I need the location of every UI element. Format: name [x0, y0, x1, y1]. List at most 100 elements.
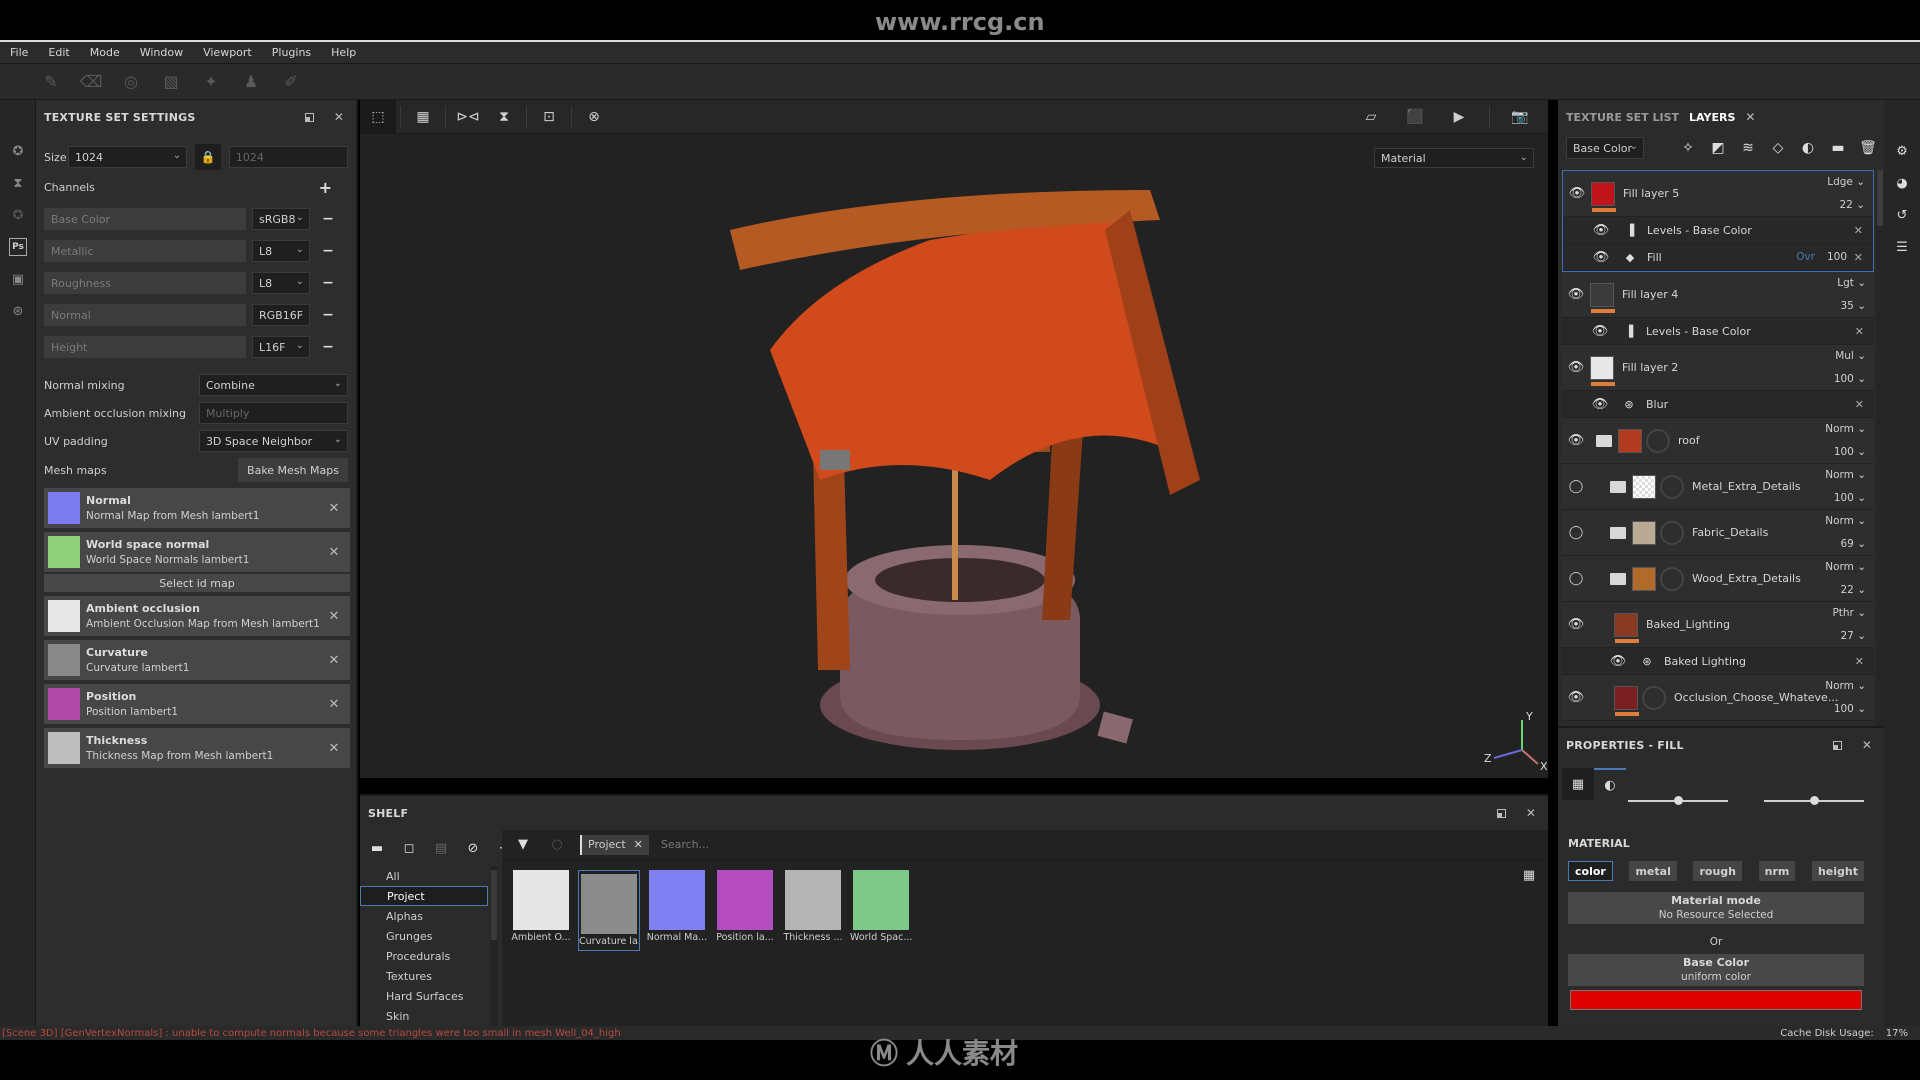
normal-mixing-select[interactable]: Combine ⌄ [198, 374, 348, 396]
remove-mesh-map-button[interactable]: ✕ [324, 545, 344, 560]
layer-blend-mode[interactable]: Norm ⌄ [1825, 561, 1866, 573]
shelf-category-skin[interactable]: Skin [360, 1006, 488, 1026]
base-color-button[interactable]: Base Color uniform color [1568, 954, 1864, 986]
shelf-category-project[interactable]: Project [360, 886, 488, 906]
channel-format-select[interactable]: L8 ⌄ [252, 272, 310, 294]
substance-source-icon[interactable]: ✪ [9, 206, 27, 224]
shelf-category-scrollbar[interactable] [490, 866, 498, 1026]
layer-folder[interactable]: ◯ Wood_Extra_Details Norm ⌄ 22 ⌄ [1562, 556, 1874, 602]
slider-knob[interactable] [1674, 796, 1683, 805]
eye-closed-icon[interactable]: ◯ [1562, 571, 1590, 586]
eye-icon[interactable]: 👁 [1562, 360, 1590, 375]
layer-opacity[interactable]: 35 ⌄ [1840, 300, 1866, 312]
layer-row[interactable]: 👁 Baked_Lighting Pthr ⌄ 27 ⌄ [1562, 602, 1874, 648]
camera-icon[interactable]: ▶ [1441, 100, 1477, 134]
layer-effect[interactable]: 👁 ⊛ Baked Lighting ✕ [1562, 648, 1874, 675]
mesh-map-item[interactable]: Thickness Thickness Map from Mesh lambert… [44, 728, 350, 768]
save-icon[interactable]: ▤ [430, 837, 452, 859]
3d-viewport[interactable]: ⬚ ▦ ⊳⊲ ⧗ ⊡ ⊗ ▱ ⬛ ▶ 📷 Material ⌄ Y Z X [360, 99, 1548, 778]
eye-icon[interactable]: 👁 [1562, 617, 1590, 632]
shelf-asset[interactable]: Normal Ma... [646, 870, 708, 943]
layer-effect[interactable]: 👁 ▐ Levels - Base Color ✕ [1562, 318, 1874, 345]
layer-opacity[interactable]: 100 ⌄ [1834, 373, 1866, 385]
menu-window[interactable]: Window [130, 46, 193, 59]
display-settings-icon[interactable]: ⚙ [1893, 142, 1911, 160]
add-fill-layer-icon[interactable]: ◇ [1768, 138, 1788, 158]
layer-blend-mode[interactable]: Ldge ⌄ [1827, 176, 1865, 188]
layer-blend-mode[interactable]: Norm ⌄ [1825, 469, 1866, 481]
close-panel-button[interactable]: ✕ [1858, 736, 1876, 754]
mesh-map-item[interactable]: Position Position lambert1 ✕ [44, 684, 350, 724]
close-icon[interactable]: ✕ [634, 838, 643, 851]
channel-button-color[interactable]: color [1568, 861, 1613, 881]
remove-effect-icon[interactable]: ✕ [1854, 251, 1863, 264]
add-mask-icon[interactable]: ◩ [1708, 138, 1728, 158]
layer-opacity[interactable]: 100 ⌄ [1834, 446, 1866, 458]
add-layer-icon[interactable]: ≋ [1738, 138, 1758, 158]
display-cube-icon[interactable]: ⬛ [1397, 100, 1433, 134]
smudge-icon[interactable]: ✦ [200, 71, 222, 93]
layer-blend-mode[interactable]: Pthr ⌄ [1832, 607, 1866, 619]
delete-layer-icon[interactable]: 🗑 [1858, 138, 1878, 158]
eye-icon[interactable]: 👁 [1562, 287, 1590, 302]
filter-icon[interactable]: ▼ [512, 834, 534, 856]
polygon-fill-icon[interactable]: ▧ [160, 71, 182, 93]
remove-channel-button[interactable]: − [320, 307, 336, 323]
color-picker-icon[interactable]: ✐ [280, 71, 302, 93]
add-effect-icon[interactable]: ✧ [1678, 138, 1698, 158]
eye-icon[interactable]: 👁 [1562, 433, 1590, 448]
layer-folder[interactable]: ◯ Metal_Extra_Details Norm ⌄ 100 ⌄ [1562, 464, 1874, 510]
eye-icon[interactable]: 👁 [1563, 186, 1591, 201]
mesh-map-item[interactable]: Ambient occlusion Ambient Occlusion Map f… [44, 596, 350, 636]
shelf-search-input[interactable]: Search... [661, 838, 709, 851]
layer-folder[interactable]: 👁 roof Norm ⌄ 100 ⌄ [1562, 418, 1874, 464]
float-panel-button[interactable] [1828, 736, 1846, 754]
document-icon[interactable]: ▣ [9, 270, 27, 288]
base-color-swatch[interactable] [1570, 990, 1862, 1010]
layer-folder[interactable]: ◯ Fabric_Details Norm ⌄ 69 ⌄ [1562, 510, 1874, 556]
mesh-map-item[interactable]: Curvature Curvature lambert1 ✕ [44, 640, 350, 680]
channel-button-nrm[interactable]: nrm [1758, 861, 1796, 881]
eraser-icon[interactable]: ⌫ [80, 71, 103, 93]
history-icon[interactable]: ↺ [1893, 206, 1911, 224]
shelf-category-hard-surfaces[interactable]: Hard Surfaces [360, 986, 488, 1006]
layer-blend-mode[interactable]: Mul ⌄ [1835, 350, 1866, 362]
layer-blend-mode[interactable]: Lgt ⌄ [1837, 277, 1866, 289]
perspective-icon[interactable]: ▱ [1353, 100, 1389, 134]
remove-channel-button[interactable]: − [320, 275, 336, 291]
eye-closed-icon[interactable]: ◯ [1562, 525, 1590, 540]
shelf-asset[interactable]: Ambient O... [510, 870, 572, 943]
shader-settings-icon[interactable]: ◕ [1893, 174, 1911, 192]
eye-icon[interactable]: 👁 [1562, 690, 1590, 705]
layer-row[interactable]: 👁 Occlusion_Choose_Whateve... Norm ⌄ 100 ⌄ [1562, 675, 1874, 721]
layer-effect[interactable]: 👁 ⊛ Blur ✕ [1562, 391, 1874, 418]
project-filter-chip[interactable]: Project ✕ [580, 834, 649, 855]
close-icon[interactable]: ✕ [1745, 110, 1755, 124]
slider-knob[interactable] [1810, 796, 1819, 805]
material-mode-button[interactable]: Material mode No Resource Selected [1568, 892, 1864, 924]
layer-row[interactable]: 👁 Fill layer 2 Mul ⌄ 100 ⌄ [1562, 345, 1874, 391]
tab-layers[interactable]: LAYERS [1689, 111, 1735, 124]
uv-padding-select[interactable]: 3D Space Neighbor ⌄ [198, 430, 348, 452]
folder-icon[interactable]: ▬ [366, 837, 388, 859]
float-panel-button[interactable] [1492, 804, 1510, 822]
shelf-asset[interactable]: Curvature la... [578, 870, 640, 951]
eye-icon[interactable]: 👁 [1586, 397, 1614, 412]
remove-mesh-map-button[interactable]: ✕ [324, 741, 344, 756]
eye-icon[interactable]: 👁 [1604, 654, 1632, 669]
add-mask-generator-icon[interactable]: ◐ [1798, 138, 1818, 158]
layer-opacity[interactable]: 22 ⌄ [1840, 584, 1866, 596]
shelf-category-procedurals[interactable]: Procedurals [360, 946, 488, 966]
symmetry-x-icon[interactable]: ⊳⊲ [450, 100, 486, 134]
eye-icon[interactable]: 👁 [1587, 250, 1615, 265]
mesh-map-item[interactable]: Normal Normal Map from Mesh lambert1 ✕ [44, 488, 350, 528]
menu-plugins[interactable]: Plugins [262, 46, 321, 59]
layer-opacity[interactable]: 22 ⌄ [1839, 199, 1865, 211]
symmetry-y-icon[interactable]: ⧗ [486, 100, 522, 134]
shelf-asset[interactable]: Thickness ... [782, 870, 844, 943]
projection-icon[interactable]: ◎ [120, 71, 142, 93]
channel-format-select[interactable]: L8 ⌄ [252, 240, 310, 262]
add-folder-icon[interactable]: ▬ [1828, 138, 1848, 158]
size-select[interactable]: 1024 ⌄ [68, 146, 188, 168]
fill-slider-2[interactable] [1764, 796, 1864, 805]
